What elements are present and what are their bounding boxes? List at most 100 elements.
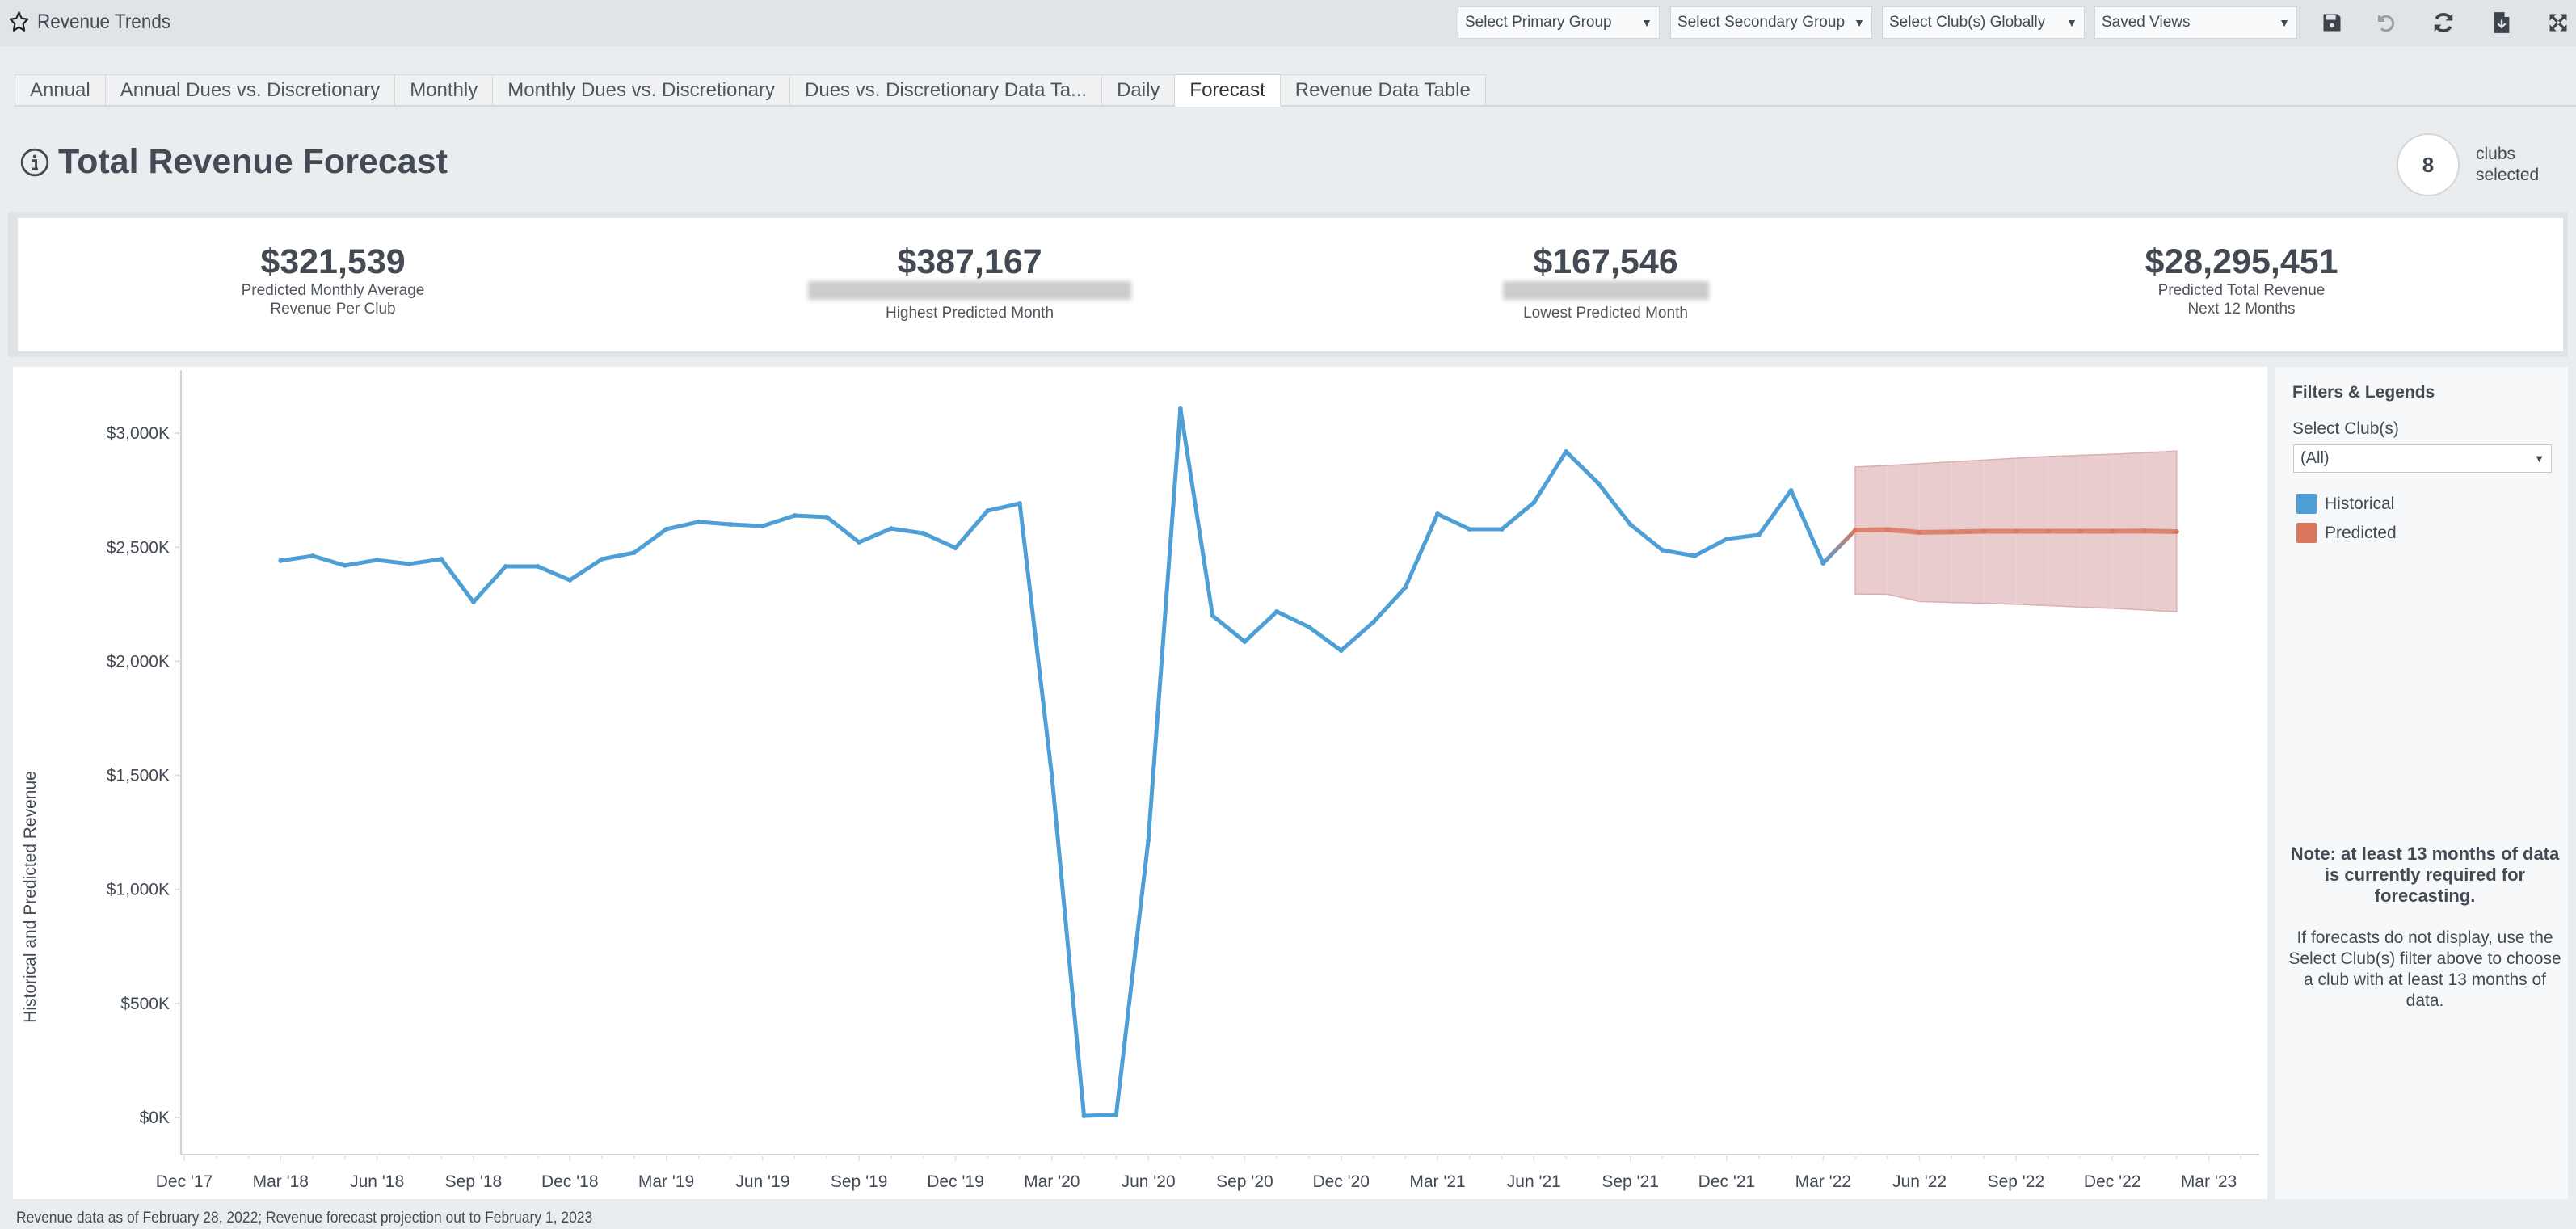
legend-swatch-predicted — [2296, 523, 2317, 543]
revenue-forecast-chart[interactable]: $0K $500K $1,000K $1,500K $2,000K $2,500K $3,0… — [13, 367, 2267, 1199]
select-clubs-dropdown[interactable]: (All) ▼ — [2293, 444, 2552, 473]
predicted-point — [2045, 528, 2051, 534]
x-tick-label: Dec '21 — [1698, 1172, 1756, 1191]
historical-point — [374, 558, 380, 563]
expand-icon[interactable] — [2545, 10, 2571, 36]
historical-point — [278, 558, 284, 563]
tab-daily[interactable]: Daily — [1102, 74, 1176, 105]
legend-swatch-historical — [2296, 494, 2317, 514]
y-tick-label: $2,000K — [107, 652, 170, 671]
primary-group-select[interactable]: Select Primary Group ▼ — [1458, 6, 1660, 39]
historical-point — [1756, 532, 1762, 538]
historical-point — [1595, 480, 1601, 486]
kpi-label: Predicted Monthly Average — [241, 282, 425, 299]
x-tick-label: Dec '18 — [541, 1172, 599, 1191]
filters-legends-panel — [2275, 367, 2568, 1199]
predicted-point — [1917, 529, 1922, 535]
predicted-point — [1981, 528, 1987, 534]
historical-point — [1049, 773, 1054, 779]
historical-point — [888, 526, 894, 532]
historical-point — [663, 526, 669, 532]
historical-point — [1274, 608, 1280, 614]
historical-point — [1242, 639, 1248, 645]
x-tick-label: Jun '22 — [1892, 1172, 1947, 1191]
x-tick-label: Jun '21 — [1507, 1172, 1561, 1191]
historical-point — [406, 561, 412, 566]
x-tick-label: Mar '19 — [638, 1172, 694, 1191]
predicted-point — [1853, 528, 1858, 533]
historical-point — [470, 600, 476, 605]
kpi-highest-predicted-month: $387,167 Highest Predicted Month — [768, 242, 1172, 322]
legend-item-predicted[interactable]: Predicted — [2296, 523, 2397, 543]
historical-point — [1338, 648, 1344, 654]
historical-point — [1403, 584, 1408, 590]
footer-data-note: Revenue data as of February 28, 2022; Re… — [16, 1210, 593, 1227]
kpi-lowest-predicted-month: $167,546 Lowest Predicted Month — [1404, 242, 1808, 322]
historical-point — [696, 519, 701, 524]
saved-views-select[interactable]: Saved Views ▼ — [2094, 6, 2297, 39]
clubs-globally-select[interactable]: Select Club(s) Globally ▼ — [1882, 6, 2085, 39]
historical-point — [728, 522, 734, 528]
historical-point — [1627, 522, 1633, 528]
historical-point — [1692, 553, 1698, 558]
predicted-point — [2013, 528, 2018, 534]
x-tick-label: Sep '22 — [1988, 1172, 2045, 1191]
kpi-redacted-label — [768, 281, 1172, 304]
y-tick-label: $0K — [140, 1109, 170, 1127]
historical-point — [310, 553, 316, 558]
historical-point — [535, 563, 541, 569]
undo-icon[interactable] — [2372, 10, 2398, 36]
clubs-label-line-2: selected — [2476, 166, 2540, 184]
tab-revenue-data-table[interactable]: Revenue Data Table — [1280, 74, 1486, 105]
legend-item-historical[interactable]: Historical — [2296, 494, 2394, 514]
info-icon[interactable] — [19, 147, 50, 178]
tab-annual-dues-vs-discretionary[interactable]: Annual Dues vs. Discretionary — [105, 74, 396, 105]
historical-point — [1146, 838, 1151, 844]
legend-label: Historical — [2325, 494, 2395, 513]
kpi-label: Next 12 Months — [2187, 301, 2296, 318]
historical-point — [824, 514, 830, 520]
historical-point — [1081, 1113, 1087, 1119]
x-tick-label: Sep '19 — [831, 1172, 888, 1191]
x-tick-label: Jun '19 — [735, 1172, 789, 1191]
secondary-group-label: Select Secondary Group — [1677, 14, 1846, 31]
tab-dues-vs-discretionary-data-table[interactable]: Dues vs. Discretionary Data Ta... — [790, 74, 1103, 105]
saved-views-label: Saved Views — [2102, 14, 2191, 31]
x-tick-label: Sep '20 — [1216, 1172, 1273, 1191]
caret-down-icon: ▼ — [1854, 16, 1865, 29]
caret-down-icon: ▼ — [2279, 16, 2290, 29]
tab-monthly[interactable]: Monthly — [395, 74, 494, 105]
clubs-selected-label: clubs selected — [2476, 144, 2539, 186]
x-tick-label: Sep '18 — [445, 1172, 503, 1191]
historical-point — [439, 556, 444, 562]
refresh-icon[interactable] — [2431, 10, 2456, 36]
historical-point — [792, 513, 798, 519]
historical-to-predicted-connector — [1820, 528, 1858, 566]
historical-point — [567, 577, 573, 583]
download-icon[interactable] — [2489, 10, 2515, 36]
y-tick-label: $3,000K — [107, 424, 170, 443]
kpi-value: $321,539 — [260, 242, 406, 281]
kpi-label: Highest Predicted Month — [885, 305, 1054, 322]
historical-point — [600, 556, 605, 562]
tab-annual[interactable]: Annual — [15, 74, 106, 105]
secondary-group-select[interactable]: Select Secondary Group ▼ — [1670, 6, 1872, 39]
historical-point — [1660, 547, 1665, 553]
historical-line — [278, 406, 1825, 1118]
historical-point — [1564, 448, 1569, 454]
predicted-point — [2141, 528, 2147, 534]
x-tick-label: Mar '18 — [253, 1172, 309, 1191]
x-tick-label: Mar '20 — [1024, 1172, 1080, 1191]
kpi-value: $167,546 — [1533, 242, 1678, 281]
tab-forecast[interactable]: Forecast — [1175, 74, 1281, 107]
caret-down-icon: ▼ — [2066, 16, 2077, 29]
x-tick-label: Dec '20 — [1312, 1172, 1370, 1191]
legend-label: Predicted — [2325, 523, 2397, 542]
forecast-note-bold: Note: at least 13 months of data is curr… — [2290, 844, 2560, 906]
page-header: Total Revenue Forecast — [19, 142, 448, 182]
star-icon[interactable] — [8, 10, 30, 34]
save-icon[interactable] — [2319, 10, 2345, 36]
x-tick-label: Mar '21 — [1409, 1172, 1465, 1191]
y-tick-label: $500K — [120, 995, 170, 1013]
tab-monthly-dues-vs-discretionary[interactable]: Monthly Dues vs. Discretionary — [493, 74, 791, 105]
